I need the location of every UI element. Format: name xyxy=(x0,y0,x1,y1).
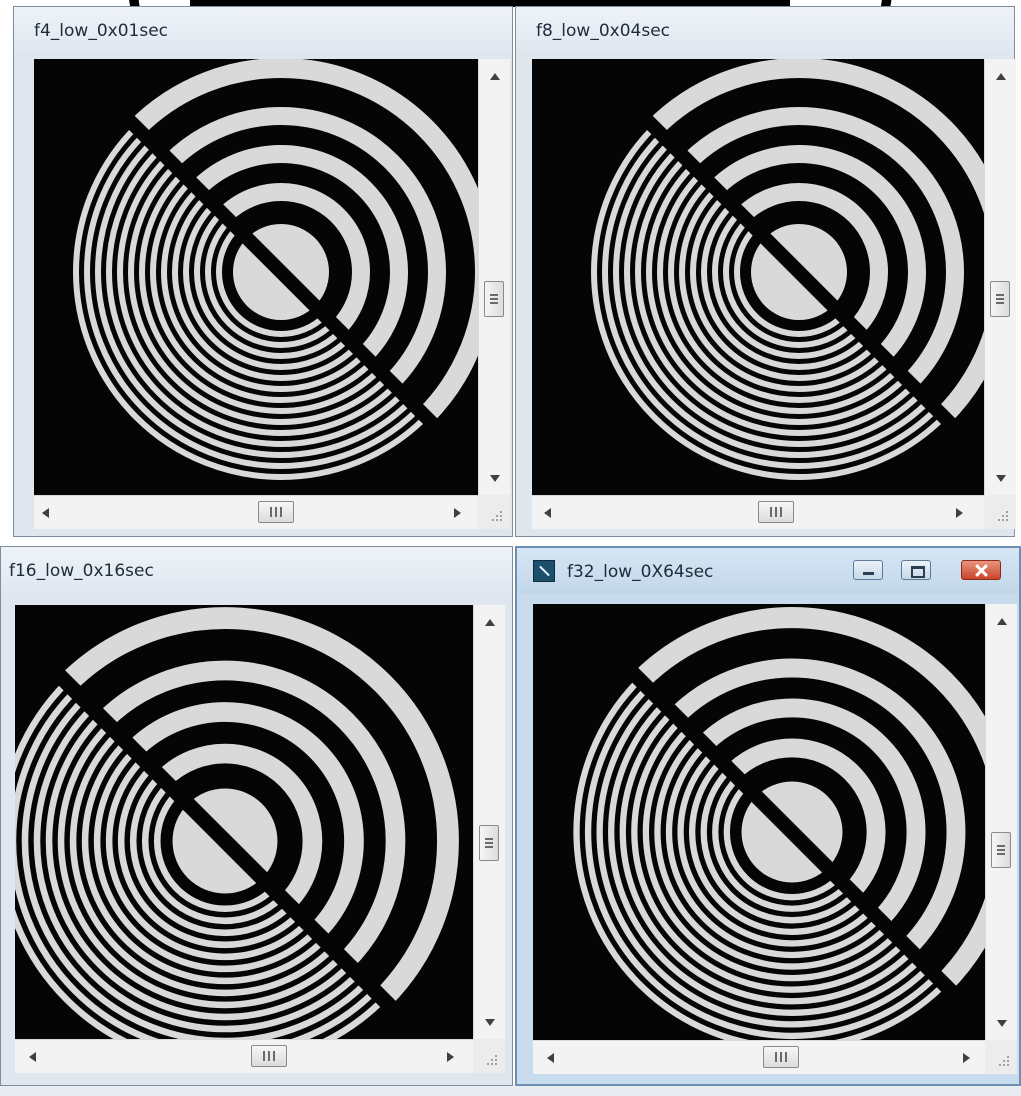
arrow-left-icon[interactable] xyxy=(547,1053,554,1063)
maximize-icon xyxy=(902,561,930,579)
vertical-scroll-thumb[interactable] xyxy=(990,281,1010,317)
arrow-left-icon[interactable] xyxy=(544,508,551,518)
arrow-left-icon[interactable] xyxy=(42,508,49,518)
vertical-scrollbar[interactable] xyxy=(473,605,505,1039)
vertical-scroll-thumb[interactable] xyxy=(479,825,499,861)
window-titlebar[interactable]: f8_low_0x04sec xyxy=(516,7,1014,53)
horizontal-scrollbar[interactable] xyxy=(34,495,478,529)
vertical-scrollbar[interactable] xyxy=(985,604,1017,1040)
window-title: f4_low_0x01sec xyxy=(34,21,168,41)
image-viewer-icon xyxy=(533,560,555,582)
arrow-down-icon[interactable] xyxy=(997,1020,1007,1027)
minimize-icon xyxy=(854,561,882,579)
arrow-down-icon[interactable] xyxy=(996,475,1006,482)
size-grip-icon[interactable] xyxy=(478,495,510,529)
arrow-down-icon[interactable] xyxy=(485,1019,495,1026)
window-title: f32_low_0X64sec xyxy=(567,562,714,582)
size-grip-icon[interactable] xyxy=(985,1040,1017,1074)
minimize-button[interactable] xyxy=(853,560,883,580)
target-pattern xyxy=(15,605,473,1039)
arrow-right-icon[interactable] xyxy=(956,508,963,518)
image-canvas[interactable] xyxy=(532,59,984,495)
image-window-4[interactable]: f32_low_0X64sec xyxy=(515,546,1021,1086)
vertical-scrollbar[interactable] xyxy=(478,59,510,495)
vertical-scroll-thumb[interactable] xyxy=(484,281,504,317)
target-pattern xyxy=(532,59,984,495)
arrow-up-icon[interactable] xyxy=(996,73,1006,80)
arrow-right-icon[interactable] xyxy=(454,508,461,518)
arrow-down-icon[interactable] xyxy=(490,475,500,482)
image-canvas[interactable] xyxy=(533,604,985,1040)
horizontal-scroll-thumb[interactable] xyxy=(258,501,294,523)
size-grip-icon[interactable] xyxy=(473,1039,505,1073)
image-canvas[interactable] xyxy=(34,59,478,495)
arrow-up-icon[interactable] xyxy=(485,619,495,626)
horizontal-scroll-thumb[interactable] xyxy=(758,501,794,523)
image-window-1[interactable]: f4_low_0x01sec xyxy=(13,6,513,537)
arrow-right-icon[interactable] xyxy=(963,1053,970,1063)
window-titlebar[interactable]: f32_low_0X64sec xyxy=(517,548,1019,594)
image-canvas[interactable] xyxy=(15,605,473,1039)
target-pattern xyxy=(533,604,985,1040)
window-title: f8_low_0x04sec xyxy=(536,21,670,41)
window-title: f16_low_0x16sec xyxy=(9,561,154,581)
arrow-up-icon[interactable] xyxy=(490,73,500,80)
horizontal-scroll-thumb[interactable] xyxy=(251,1045,287,1067)
horizontal-scroll-thumb[interactable] xyxy=(763,1046,799,1068)
maximize-button[interactable] xyxy=(901,560,931,580)
horizontal-scrollbar[interactable] xyxy=(15,1039,473,1073)
target-pattern xyxy=(34,59,478,495)
size-grip-icon[interactable] xyxy=(984,495,1016,529)
close-button[interactable] xyxy=(961,560,1001,580)
arrow-right-icon[interactable] xyxy=(447,1052,454,1062)
horizontal-scrollbar[interactable] xyxy=(532,495,984,529)
vertical-scroll-thumb[interactable] xyxy=(991,832,1011,868)
image-window-3[interactable]: f16_low_0x16sec xyxy=(0,546,513,1086)
arrow-left-icon[interactable] xyxy=(29,1052,36,1062)
image-window-2[interactable]: f8_low_0x04sec xyxy=(515,6,1016,537)
vertical-scrollbar[interactable] xyxy=(984,59,1016,495)
close-icon xyxy=(962,561,1000,579)
arrow-up-icon[interactable] xyxy=(997,618,1007,625)
window-titlebar[interactable]: f16_low_0x16sec xyxy=(1,547,512,593)
window-titlebar[interactable]: f4_low_0x01sec xyxy=(14,7,512,53)
desktop-strip xyxy=(0,1086,1021,1096)
horizontal-scrollbar[interactable] xyxy=(533,1040,985,1074)
